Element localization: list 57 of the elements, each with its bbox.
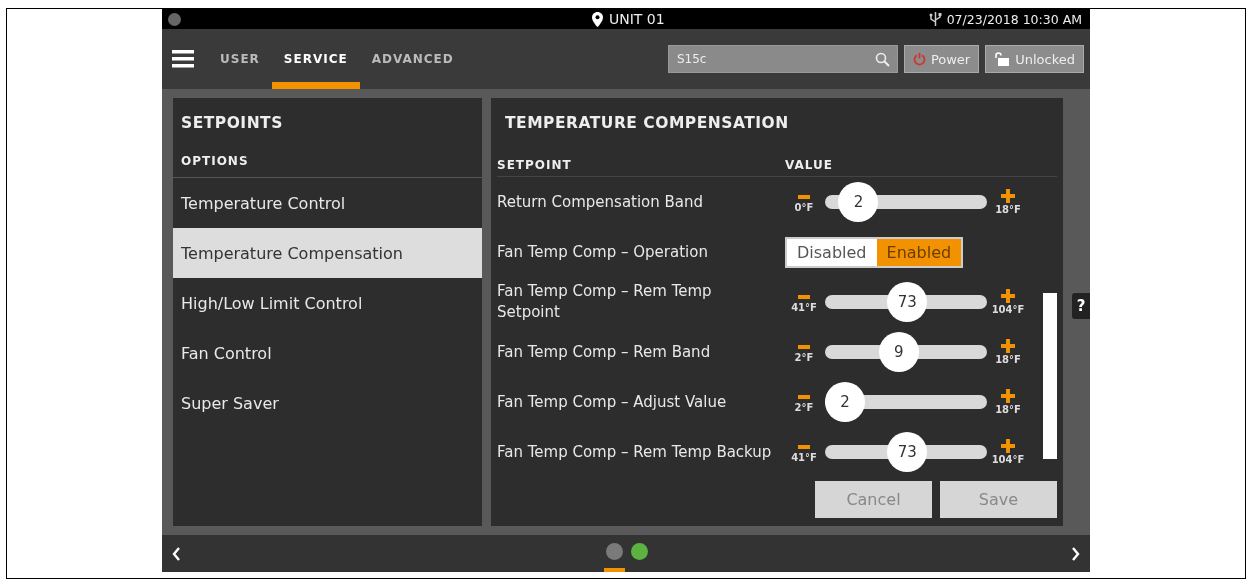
power-icon xyxy=(912,52,926,66)
range-min-label: 2°F xyxy=(794,352,814,363)
slider-thumb[interactable]: 2 xyxy=(825,382,865,422)
increase-icon[interactable] xyxy=(1001,289,1015,303)
column-header: VALUE xyxy=(785,158,833,172)
setpoint-label: Fan Temp Comp – Rem Temp Setpoint xyxy=(497,281,713,323)
range-min-label: 41°F xyxy=(791,302,817,313)
panel-title: SETPOINTS xyxy=(180,113,284,132)
status-light xyxy=(168,12,181,26)
slider-track[interactable]: 2 xyxy=(825,382,987,422)
setpoint-label: Fan Temp Comp – Adjust Value xyxy=(497,391,728,413)
help-tab[interactable]: ? xyxy=(1072,293,1090,319)
menu-icon[interactable] xyxy=(172,50,194,68)
sidebar-item[interactable]: Super Saver xyxy=(173,378,482,428)
sidebar-item[interactable]: Fan Control xyxy=(173,328,482,378)
slider-track[interactable]: 2 xyxy=(825,182,987,222)
range-min-label: 2°F xyxy=(794,402,814,413)
range-max-label: 18°F xyxy=(995,404,1021,415)
range-max-label: 104°F xyxy=(991,454,1025,465)
slider-track[interactable]: 9 xyxy=(825,332,987,372)
setpoint-label: Return Compensation Band xyxy=(497,191,705,213)
setpoint-label: Fan Temp Comp – Rem Band xyxy=(497,341,712,363)
scrollbar-thumb[interactable] xyxy=(1043,293,1057,459)
list-heading: OPTIONS xyxy=(173,132,482,178)
sidebar-item[interactable]: Temperature Control xyxy=(173,178,482,228)
setpoint-label: Fan Temp Comp – Rem Temp Backup xyxy=(497,441,773,463)
increase-icon[interactable] xyxy=(1001,339,1015,353)
tab[interactable]: ADVANCED xyxy=(359,29,466,89)
range-min-label: 0°F xyxy=(794,202,814,213)
page-indicator[interactable] xyxy=(604,543,625,572)
range-max-label: 18°F xyxy=(995,204,1021,215)
column-header: SETPOINT xyxy=(497,158,573,172)
date-time: 07/23/2018 10:30 AM xyxy=(946,11,1082,27)
range-min-label: 41°F xyxy=(791,452,817,463)
unit-name: UNIT 01 xyxy=(609,11,665,27)
chevron-left-icon[interactable] xyxy=(172,546,181,561)
tab[interactable]: USER xyxy=(208,29,272,89)
chevron-right-icon[interactable] xyxy=(1071,546,1080,561)
increase-icon[interactable] xyxy=(1001,189,1015,203)
search-icon xyxy=(874,52,890,67)
increase-icon[interactable] xyxy=(1001,389,1015,403)
slider-thumb[interactable]: 9 xyxy=(878,332,919,372)
range-max-label: 104°F xyxy=(991,304,1025,315)
setpoint-label: Fan Temp Comp – Operation xyxy=(497,241,709,263)
toggle-option[interactable]: Enabled xyxy=(876,238,962,266)
usb-icon xyxy=(928,12,942,26)
slider-track[interactable]: 73 xyxy=(825,432,987,472)
slider-track[interactable]: 73 xyxy=(825,282,987,322)
slider-thumb[interactable]: 2 xyxy=(838,182,879,222)
increase-icon[interactable] xyxy=(1001,439,1015,453)
sidebar-item[interactable]: Temperature Compensation xyxy=(173,228,482,278)
slider-thumb[interactable]: 73 xyxy=(887,432,928,472)
panel-title: TEMPERATURE COMPENSATION xyxy=(504,113,790,132)
slider-thumb[interactable]: 73 xyxy=(887,282,928,322)
range-max-label: 18°F xyxy=(995,354,1021,365)
padlock-icon xyxy=(994,52,1011,66)
sidebar-item[interactable]: High/Low Limit Control xyxy=(173,278,482,328)
